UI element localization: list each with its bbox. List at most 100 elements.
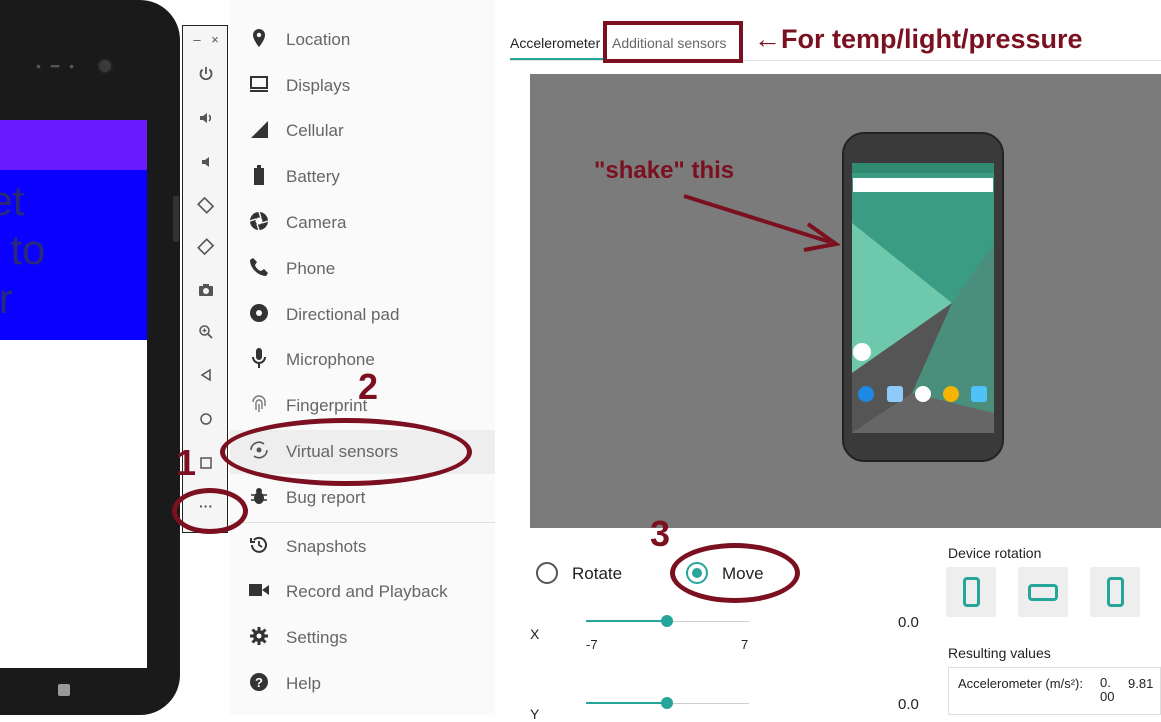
- sidebar-item-displays[interactable]: Displays: [230, 64, 495, 108]
- annotation-ellipse-more: [172, 488, 248, 534]
- x-slider-track[interactable]: [586, 620, 667, 622]
- sidebar-item-label: Fingerprint: [286, 396, 368, 415]
- dock-apps-icon: [915, 386, 931, 402]
- minimize-button[interactable]: –: [189, 32, 205, 47]
- sidebar-item-help[interactable]: ? Help: [230, 662, 495, 706]
- svg-text:?: ?: [255, 675, 263, 690]
- sidebar-item-label: Location: [286, 30, 351, 49]
- rotate-right-icon[interactable]: [183, 238, 229, 260]
- virtual-device-search-bar: [853, 178, 993, 192]
- virtual-device-status-bar: [852, 163, 994, 173]
- close-button[interactable]: ×: [207, 32, 223, 47]
- microphone-icon: [248, 347, 270, 374]
- annotation-step-3: 3: [650, 513, 671, 554]
- phone-text-line: lor: [0, 275, 13, 322]
- rotate-reverse-portrait-button[interactable]: [1090, 567, 1140, 617]
- sidebar-item-location[interactable]: Location: [230, 18, 495, 62]
- home-icon[interactable]: [183, 412, 229, 430]
- extended-controls-sidebar: Location Displays Cellular Battery Camer…: [230, 0, 495, 715]
- sidebar-item-label: Settings: [286, 628, 348, 647]
- sidebar-item-phone[interactable]: Phone: [230, 247, 495, 291]
- x-slider-rest: [667, 621, 749, 622]
- resulting-values-box: [948, 667, 1161, 715]
- annotation-shake-this: "shake" this: [594, 157, 735, 184]
- battery-icon: [248, 164, 270, 191]
- power-icon[interactable]: [183, 66, 229, 86]
- rotate-label: Rotate: [572, 564, 623, 583]
- x-axis-label: X: [530, 626, 540, 642]
- back-icon[interactable]: [183, 368, 229, 386]
- tab-accelerometer[interactable]: Accelerometer: [510, 35, 600, 51]
- x-slider-max: 7: [741, 637, 749, 652]
- displays-icon: [248, 75, 270, 98]
- sidebar-item-label: Battery: [286, 167, 340, 186]
- phone-overview-icon[interactable]: [58, 684, 70, 696]
- camera-icon[interactable]: [183, 282, 229, 302]
- settings-icon: [248, 626, 270, 651]
- device-rotation-label: Device rotation: [948, 545, 1042, 561]
- x-slider-thumb[interactable]: [661, 615, 673, 627]
- annotation-ellipse-virtual-sensors: [220, 418, 472, 486]
- y-slider-track[interactable]: [586, 702, 667, 704]
- dock-messages-icon: [887, 386, 903, 402]
- phone-text-line: get: [0, 177, 25, 224]
- sidebar-item-label: Snapshots: [286, 537, 367, 556]
- sidebar-item-label: Cellular: [286, 121, 344, 140]
- sidebar-item-label: Bug report: [286, 488, 366, 507]
- sidebar-item-label: Directional pad: [286, 305, 400, 324]
- rotate-portrait-button[interactable]: [946, 567, 996, 617]
- phone-camera: [97, 58, 113, 74]
- fingerprint-icon: [248, 394, 270, 419]
- sidebar-item-snapshots[interactable]: Snapshots: [230, 525, 495, 569]
- help-icon: ?: [248, 672, 270, 697]
- rotate-left-icon[interactable]: [183, 196, 229, 218]
- phone-text-line: id to: [0, 226, 46, 273]
- phone-side-button: [173, 196, 179, 242]
- sidebar-item-cellular[interactable]: Cellular: [230, 109, 495, 153]
- sidebar-item-label: Phone: [286, 259, 336, 278]
- y-axis-label: Y: [530, 706, 540, 722]
- zoom-icon[interactable]: [183, 324, 229, 344]
- bug-icon: [248, 486, 270, 511]
- sidebar-item-battery[interactable]: Battery: [230, 155, 495, 199]
- dock-phone-icon: [858, 386, 874, 402]
- phone-speaker: • ━ •: [36, 58, 78, 74]
- google-app-icon: [853, 343, 871, 361]
- accelerometer-reading-x: 0. 00: [1100, 675, 1115, 704]
- sidebar-item-label: Help: [286, 674, 321, 693]
- dock-photos-icon: [971, 386, 987, 402]
- phone-app-bar: [0, 120, 147, 170]
- dock-chrome-icon: [943, 386, 959, 402]
- phone-content-area: get id to lor: [0, 170, 147, 340]
- sidebar-item-label: Displays: [286, 76, 351, 95]
- dpad-icon: [248, 303, 270, 328]
- annotation-arrow: [683, 194, 841, 252]
- aperture-icon: [248, 211, 270, 236]
- annotation-ellipse-move: [670, 543, 800, 603]
- x-slider-min: -7: [586, 637, 598, 652]
- sidebar-divider: [230, 522, 495, 523]
- y-slider-thumb[interactable]: [661, 697, 673, 709]
- annotation-step-1: 1: [176, 442, 197, 483]
- sidebar-item-record-and-playback[interactable]: Record and Playback: [230, 570, 495, 614]
- sidebar-item-directional-pad[interactable]: Directional pad: [230, 293, 495, 337]
- x-value: 0.0: [898, 614, 919, 631]
- volume-up-icon[interactable]: [183, 110, 229, 130]
- accelerometer-reading-y: 9.81: [1128, 676, 1154, 691]
- sidebar-item-settings[interactable]: Settings: [230, 616, 495, 660]
- resulting-values-label: Resulting values: [948, 645, 1051, 661]
- reverse-portrait-icon: [1107, 577, 1124, 607]
- volume-down-icon[interactable]: [183, 154, 229, 174]
- accelerometer-reading-label: Accelerometer (m/s²):: [958, 676, 1083, 691]
- annotation-step-2: 2: [358, 366, 379, 407]
- sidebar-item-label: Camera: [286, 213, 347, 232]
- rotate-radio[interactable]: [536, 562, 558, 584]
- rotate-landscape-button[interactable]: [1018, 567, 1068, 617]
- phone-text: get id to lor: [0, 176, 45, 323]
- annotation-box-additional-sensors: [603, 21, 743, 63]
- annotation-temp-light-pressure: ←For temp/light/pressure: [754, 24, 1083, 54]
- snapshots-icon: [248, 535, 270, 560]
- location-icon: [248, 28, 270, 53]
- sidebar-item-camera[interactable]: Camera: [230, 201, 495, 245]
- y-slider-rest: [667, 703, 749, 704]
